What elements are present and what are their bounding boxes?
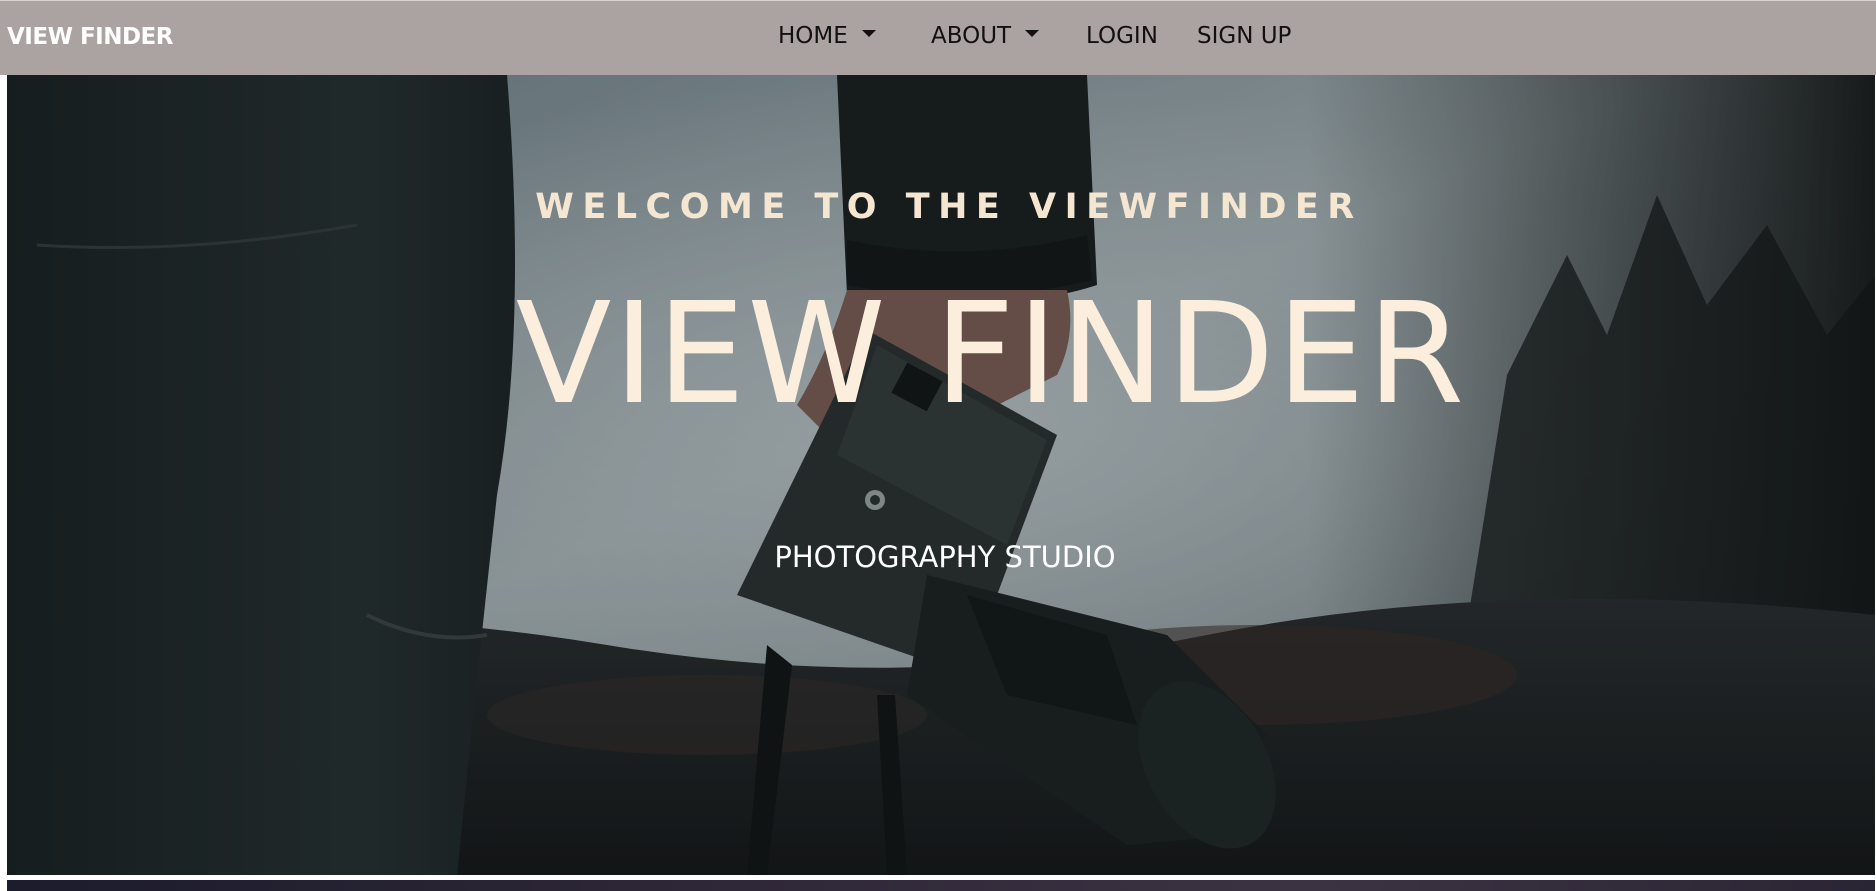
nav-signup-link[interactable]: SIGN UP: [1197, 23, 1291, 49]
nav-about-dropdown[interactable]: ABOUT: [931, 23, 1040, 49]
caret-down-icon: [1025, 29, 1040, 37]
nav-about-label: ABOUT: [931, 23, 1012, 49]
nav-home-dropdown[interactable]: HOME: [778, 23, 876, 49]
nav-login-link[interactable]: LOGIN: [1086, 23, 1158, 49]
nav-signup-label: SIGN UP: [1197, 23, 1292, 49]
caret-down-icon: [861, 29, 876, 37]
hero-title: VIEW FINDER: [515, 273, 1467, 436]
brand-logo-link[interactable]: VIEW FINDER: [7, 24, 173, 50]
nav-login-label: LOGIN: [1086, 23, 1158, 49]
hero-subtitle: PHOTOGRAPHY STUDIO: [774, 540, 1116, 574]
top-navbar: VIEW FINDER HOME ABOUT LOGIN SIGN UP: [0, 0, 1876, 75]
next-section-edge: [7, 880, 1875, 891]
hero-welcome-text: WELCOME TO THE VIEWFINDER: [535, 187, 1363, 227]
hero-banner: WELCOME TO THE VIEWFINDER VIEW FINDER PH…: [7, 75, 1875, 875]
nav-home-label: HOME: [778, 23, 848, 49]
